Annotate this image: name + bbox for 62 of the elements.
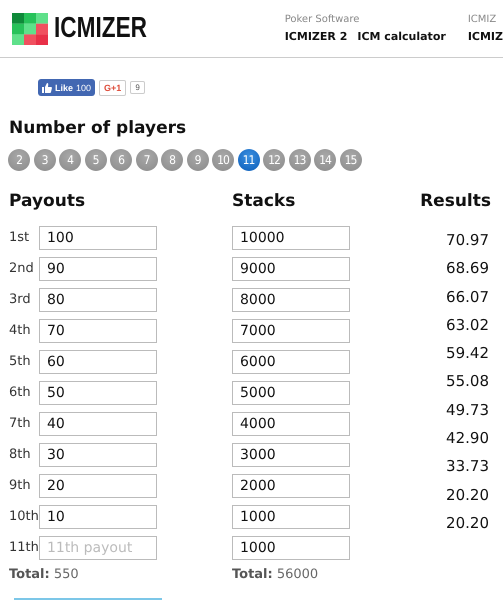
player-count-button[interactable]: 11 <box>238 149 260 171</box>
place-label: 9th <box>9 478 32 493</box>
result-value: 63.02 <box>446 314 489 336</box>
place-label: 1st <box>9 230 30 245</box>
payout-field[interactable]: 10 <box>39 504 157 528</box>
stack-field[interactable]: 4000 <box>232 412 350 436</box>
column-heading: Results <box>420 190 491 212</box>
section-heading: Number of players <box>9 117 188 139</box>
stack-field[interactable]: 1000 <box>232 504 350 528</box>
place-label: 6th <box>9 385 32 400</box>
stack-field[interactable]: 1000 <box>232 536 350 560</box>
result-value: 20.20 <box>446 512 489 534</box>
place-label: 7th <box>9 416 32 431</box>
payout-field[interactable]: 11th payout <box>39 536 157 560</box>
nav-link[interactable]: ICMIZ <box>468 30 503 43</box>
payout-field[interactable]: 80 <box>39 288 157 312</box>
result-value: 66.07 <box>446 286 489 308</box>
payout-field[interactable]: 70 <box>39 318 157 342</box>
place-label: 3rd <box>9 292 32 307</box>
total-text: Total: 56000 <box>232 567 320 582</box>
result-value: 70.97 <box>446 230 489 251</box>
result-value: 33.73 <box>446 456 489 478</box>
stack-field[interactable]: 2000 <box>232 474 350 498</box>
payout-field[interactable]: 20 <box>39 474 157 498</box>
result-value: 55.08 <box>446 371 489 392</box>
stack-field[interactable]: 3000 <box>232 442 350 466</box>
stack-field[interactable]: 8000 <box>232 288 350 312</box>
column-heading: Payouts <box>9 190 86 212</box>
nav-caption: Poker Software <box>284 14 360 25</box>
logo-icon <box>12 12 48 44</box>
place-label: 8th <box>9 447 32 462</box>
stack-field[interactable]: 6000 <box>232 350 350 374</box>
result-value: 59.42 <box>446 343 489 364</box>
place-label: 10th <box>9 509 39 524</box>
thumbs-up-icon <box>42 82 52 92</box>
result-value: 49.73 <box>446 400 489 421</box>
payout-field[interactable]: 100 <box>39 226 157 250</box>
column-heading: Stacks <box>232 190 296 212</box>
result-value: 20.20 <box>446 484 489 506</box>
nav-link[interactable]: ICM calculator <box>357 30 446 43</box>
share-count: 9 <box>130 81 145 94</box>
place-label: 5th <box>9 354 32 369</box>
stack-field[interactable]: 10000 <box>232 226 350 250</box>
total-text: Total: 550 <box>9 567 80 582</box>
logo-text: ICMIZER <box>54 12 147 45</box>
stack-field[interactable]: 9000 <box>232 256 350 280</box>
stack-field[interactable]: 5000 <box>232 380 350 404</box>
stack-field[interactable]: 7000 <box>232 318 350 342</box>
payout-field[interactable]: 60 <box>39 350 157 374</box>
place-label: 2nd <box>9 261 35 276</box>
payout-field[interactable]: 90 <box>39 256 157 280</box>
place-label: 11th <box>9 540 39 555</box>
payout-field[interactable]: 40 <box>39 412 157 436</box>
payout-field[interactable]: 30 <box>39 442 157 466</box>
like-button[interactable]: Like 100 <box>38 79 96 96</box>
result-value: 42.90 <box>446 428 489 450</box>
payout-field[interactable]: 50 <box>39 380 157 404</box>
google-plus-button[interactable]: G+1 <box>99 80 126 96</box>
result-value: 68.69 <box>446 258 489 280</box>
nav-link[interactable]: ICMIZER 2 <box>284 30 348 43</box>
place-label: 4th <box>9 323 32 338</box>
nav-caption: ICMIZ <box>468 14 498 25</box>
